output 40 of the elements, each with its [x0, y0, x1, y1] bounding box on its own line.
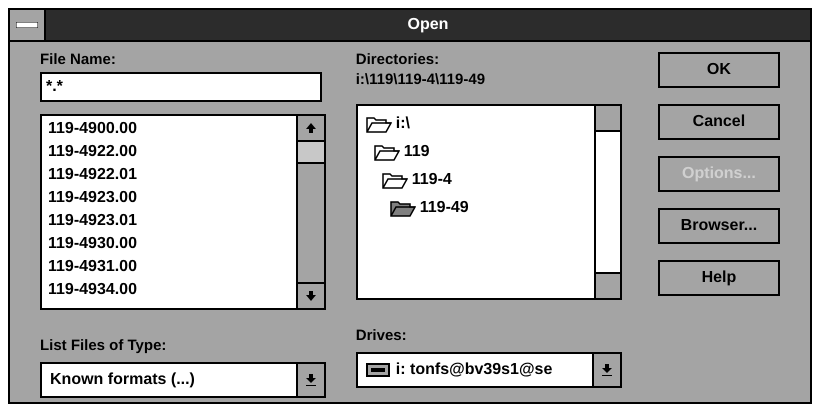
file-item[interactable]: 119-4934.00: [48, 278, 137, 301]
folder-name[interactable]: 119-4: [412, 168, 452, 192]
file-item[interactable]: 119-4900.00: [48, 117, 137, 140]
file-item[interactable]: 119-4922.00: [48, 140, 137, 163]
scroll-down-button[interactable]: [596, 272, 620, 298]
down-arrow-icon: [306, 291, 316, 301]
dropdown-value: Known formats (...): [49, 370, 196, 390]
file-type-dropdown[interactable]: Known formats (...): [40, 362, 326, 398]
folder-name[interactable]: 119-49: [420, 196, 469, 220]
up-arrow-icon: [306, 123, 316, 133]
file-item[interactable]: 119-4930.00: [48, 232, 137, 255]
directory-path: i:\119\119-4\119-49: [356, 70, 486, 90]
dialog-button[interactable]: Browser...: [658, 208, 780, 244]
file-name-field[interactable]: *.*: [40, 72, 322, 102]
folder-name[interactable]: 119: [404, 140, 430, 164]
scroll-up-button[interactable]: [596, 106, 620, 132]
folder-name[interactable]: i:\: [396, 112, 410, 136]
drive-icon: [366, 363, 390, 377]
field-label: Drives:: [356, 326, 408, 346]
dash-icon: [16, 22, 38, 28]
field-label: File Name:: [40, 50, 117, 70]
dialog-button[interactable]: Cancel: [658, 104, 780, 140]
file-item[interactable]: 119-4923.01: [48, 209, 137, 232]
window-title: Open: [408, 15, 448, 35]
dropdown-button[interactable]: [296, 364, 324, 396]
file-item[interactable]: 119-4923.00: [48, 186, 137, 209]
dialog-button[interactable]: Help: [658, 260, 780, 296]
drives-dropdown[interactable]: i: tonfs@bv39s1@se: [356, 352, 622, 388]
file-item[interactable]: 119-4931.00: [48, 255, 137, 278]
dropdown-value: i: tonfs@bv39s1@se: [396, 360, 552, 380]
down-arrow-icon: [306, 374, 316, 386]
field-label: Directories:: [356, 50, 440, 70]
down-arrow-icon: [602, 364, 612, 376]
field-label: List Files of Type:: [40, 336, 168, 356]
dropdown-button[interactable]: [592, 354, 620, 386]
scroll-thumb[interactable]: [298, 142, 324, 164]
scroll-bar[interactable]: [296, 116, 324, 308]
file-item[interactable]: 119-4922.01: [48, 163, 137, 186]
control-menu-button[interactable]: [10, 10, 46, 40]
dialog-button[interactable]: OK: [658, 52, 780, 88]
